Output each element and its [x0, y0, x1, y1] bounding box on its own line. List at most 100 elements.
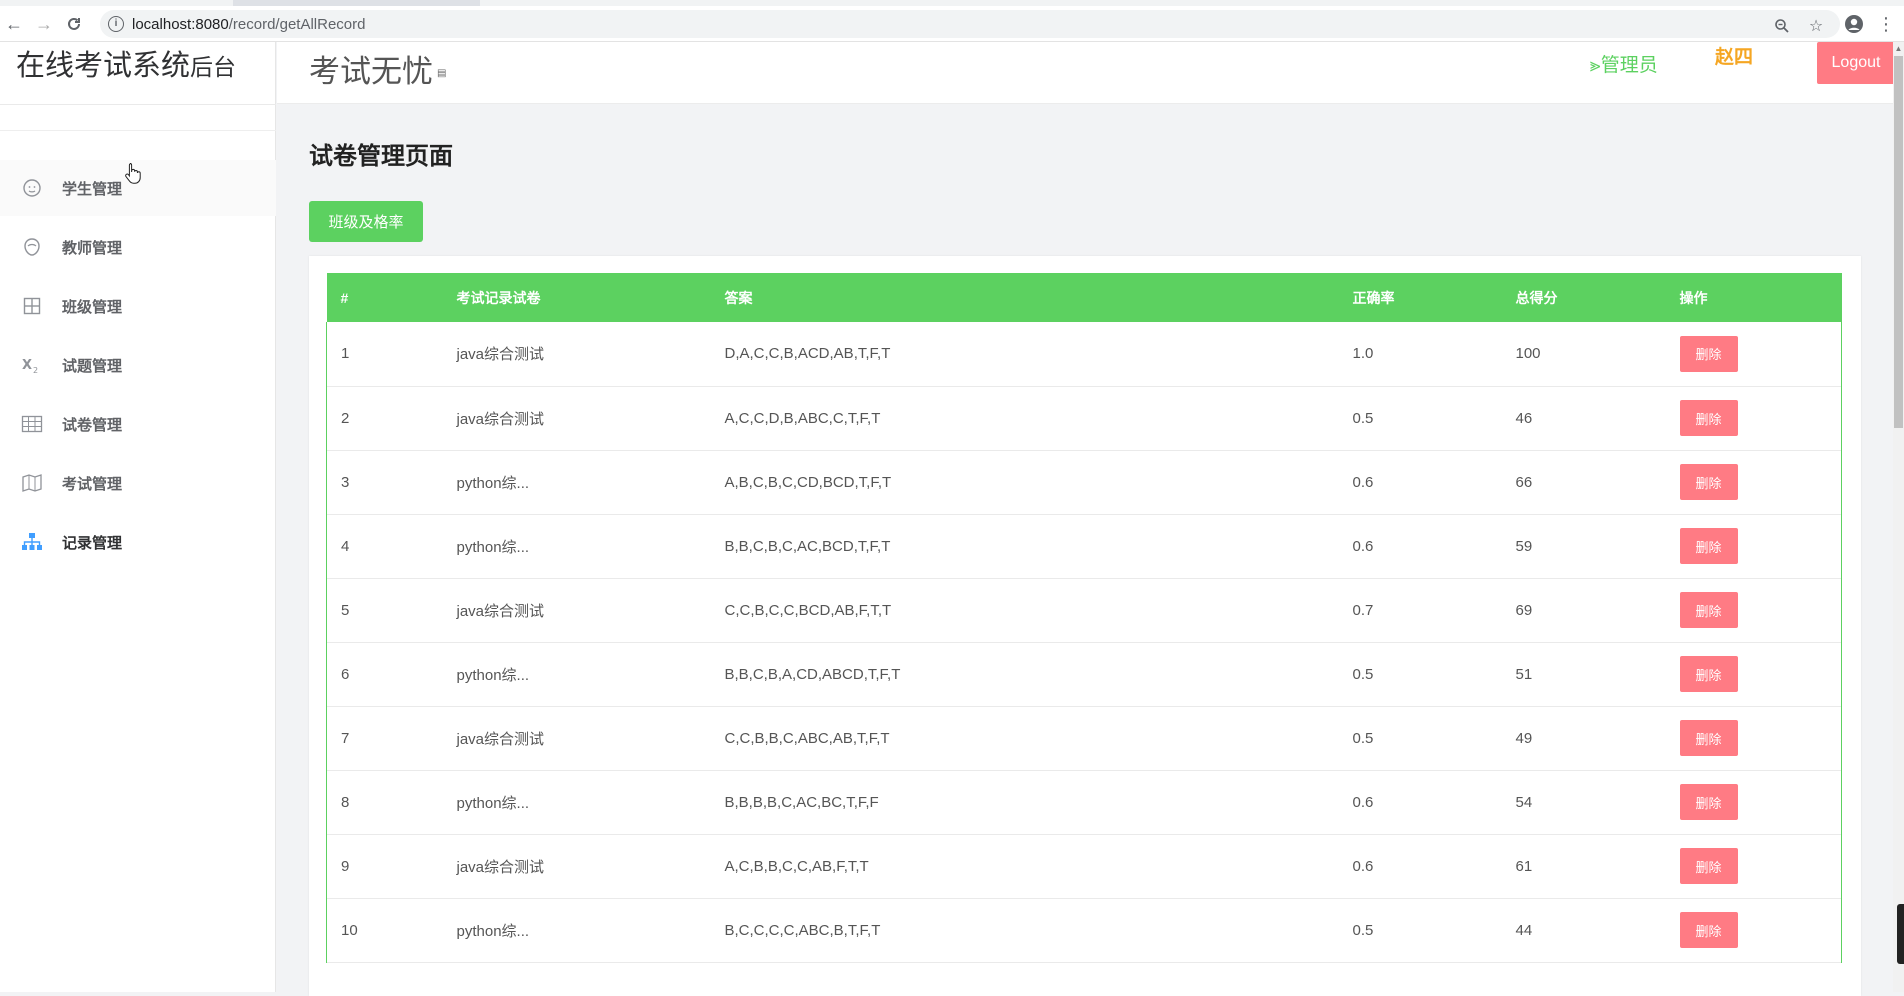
row-answer: D,A,C,C,B,ACD,AB,T,F,T [724, 345, 891, 363]
column-header: 考试记录试卷 [456, 289, 541, 306]
row-paper-name: java综合测试 [456, 410, 545, 428]
delete-button[interactable]: 删除 [1679, 784, 1738, 820]
table-row: 3 python综... A,B,C,B,C,CD,BCD,T,F,T 0.6 66 删除 [326, 450, 1842, 514]
row-actions: 删除 [1665, 514, 1842, 578]
row-accuracy: 0.5 [1352, 665, 1374, 683]
row-answer: C,C,B,B,C,ABC,AB,T,F,T [724, 729, 890, 747]
delete-button[interactable]: 删除 [1679, 400, 1738, 436]
address-bar[interactable]: i localhost:8080/record/getAllRecord ☆ [100, 10, 1840, 38]
column-header: 操作 [1679, 289, 1708, 306]
row-actions: 删除 [1665, 770, 1842, 834]
scrollbar[interactable]: ▲ [1893, 42, 1904, 992]
delete-button[interactable]: 删除 [1679, 528, 1738, 564]
forward-arrow-icon[interactable]: → [32, 12, 56, 36]
scrollbar-thumb[interactable] [1894, 56, 1903, 428]
table-row: 8 python综... B,B,B,B,C,AC,BC,T,F,F 0.6 54 删除 [326, 770, 1842, 834]
row-accuracy: 0.5 [1352, 409, 1374, 427]
row-answer: B,B,B,B,C,AC,BC,T,F,F [724, 793, 879, 811]
row-accuracy: 0.5 [1352, 729, 1374, 747]
back-arrow-icon[interactable]: ← [2, 12, 26, 36]
table-header-row: # 考试记录试卷 答案 正确率 总得分 操作 [326, 273, 1842, 322]
divider [0, 130, 276, 131]
column-header: 答案 [724, 289, 753, 306]
side-panel-handle[interactable] [1897, 904, 1904, 964]
scroll-up-icon[interactable]: ▲ [1894, 44, 1903, 54]
site-title: 考试无忧 ▤ [309, 54, 447, 89]
zoom-icon[interactable] [1770, 14, 1794, 38]
row-accuracy: 1.0 [1352, 345, 1374, 363]
delete-button[interactable]: 删除 [1679, 592, 1738, 628]
table-icon [20, 412, 44, 436]
row-total-score: 54 [1515, 793, 1533, 811]
sidebar-item-class[interactable]: 班级管理 [0, 278, 276, 334]
reload-icon[interactable] [62, 12, 86, 36]
profile-icon[interactable] [1842, 12, 1866, 36]
hand-cursor-icon [125, 163, 141, 184]
top-header: 考试无忧 ▤ ⪢管理员 赵四 Logout [277, 42, 1904, 104]
row-paper-name: python综... [456, 538, 530, 556]
student-icon [20, 176, 44, 200]
column-header: # [340, 289, 349, 306]
star-icon[interactable]: ☆ [1804, 14, 1828, 38]
sidebar: 在线考试系统后台 学生管理 教师管理 班级管理 X2 试题管理 试卷管理 考试管… [0, 42, 276, 992]
row-answer: A,B,C,B,C,CD,BCD,T,F,T [724, 473, 892, 491]
row-paper-name: python综... [456, 666, 530, 684]
row-total-score: 46 [1515, 409, 1533, 427]
menu-dots-icon[interactable]: ⋮ [1874, 12, 1898, 36]
row-accuracy: 0.6 [1352, 473, 1374, 491]
delete-button[interactable]: 删除 [1679, 912, 1738, 948]
teacher-icon [20, 235, 44, 259]
brand-title: 在线考试系统后台 [16, 50, 237, 82]
table-row: 6 python综... B,B,C,B,A,CD,ABCD,T,F,T 0.5 51 删… [326, 642, 1842, 706]
row-total-score: 51 [1515, 665, 1533, 683]
browser-toolbar: ← → i localhost:8080/record/getAllRecord… [0, 6, 1904, 42]
row-id: 3 [326, 450, 443, 514]
sidebar-item-record[interactable]: 记录管理 [0, 514, 276, 570]
sidebar-item-exam[interactable]: 考试管理 [0, 455, 276, 511]
page-title: 试卷管理页面 [309, 143, 453, 170]
username: 赵四 [1715, 47, 1754, 68]
row-answer: B,B,C,B,C,AC,BCD,T,F,T [724, 537, 891, 555]
row-id: 8 [326, 770, 443, 834]
row-paper-name: python综... [456, 922, 530, 940]
divider [0, 104, 276, 105]
row-paper-name: java综合测试 [456, 602, 545, 620]
sidebar-item-paper[interactable]: 试卷管理 [0, 396, 276, 452]
table-row: 4 python综... B,B,C,B,C,AC,BCD,T,F,T 0.6 59 删除 [326, 514, 1842, 578]
info-icon[interactable]: i [108, 16, 124, 32]
row-answer: A,C,B,B,C,C,AB,F,T,T [724, 857, 869, 875]
delete-button[interactable]: 删除 [1679, 335, 1738, 372]
records-table: # 考试记录试卷 答案 正确率 总得分 操作 1 java综合测试 D,A,C,C,… [326, 273, 1842, 963]
row-actions: 删除 [1665, 642, 1842, 706]
logout-button[interactable]: Logout [1817, 42, 1895, 84]
table-row: 10 python综... B,C,C,C,C,ABC,B,T,F,T 0.5 44 删除 [326, 898, 1842, 962]
row-answer: C,C,B,C,C,BCD,AB,F,T,T [724, 601, 892, 619]
sidebar-item-question[interactable]: X2 试题管理 [0, 337, 276, 393]
row-paper-name: python综... [456, 474, 530, 492]
row-total-score: 44 [1515, 921, 1533, 939]
map-icon [20, 471, 44, 495]
row-paper-name: java综合测试 [456, 730, 545, 748]
delete-button[interactable]: 删除 [1679, 656, 1738, 692]
table-row: 1 java综合测试 D,A,C,C,B,ACD,AB,T,F,T 1.0 100 删除 [326, 322, 1842, 386]
row-accuracy: 0.7 [1352, 601, 1374, 619]
table-row: 2 java综合测试 A,C,C,D,B,ABC,C,T,F,T 0.5 46 删除 [326, 386, 1842, 450]
table-row: 5 java综合测试 C,C,B,C,C,BCD,AB,F,T,T 0.7 69 删除 [326, 578, 1842, 642]
row-total-score: 69 [1515, 601, 1533, 619]
table-row: 9 java综合测试 A,C,B,B,C,C,AB,F,T,T 0.6 61 删除 [326, 834, 1842, 898]
row-actions: 删除 [1665, 898, 1842, 962]
row-id: 6 [326, 642, 443, 706]
row-actions: 删除 [1665, 578, 1842, 642]
class-pass-rate-button[interactable]: 班级及格率 [309, 201, 423, 242]
row-answer: B,C,C,C,C,ABC,B,T,F,T [724, 921, 881, 939]
delete-button[interactable]: 删除 [1679, 848, 1738, 884]
row-answer: B,B,C,B,A,CD,ABCD,T,F,T [724, 665, 901, 683]
row-id: 5 [326, 578, 443, 642]
row-actions: 删除 [1665, 450, 1842, 514]
row-id: 10 [326, 898, 443, 962]
svg-text:2: 2 [33, 366, 38, 375]
delete-button[interactable]: 删除 [1679, 464, 1738, 500]
delete-button[interactable]: 删除 [1679, 720, 1738, 756]
svg-text:X: X [22, 358, 32, 373]
sidebar-item-teacher[interactable]: 教师管理 [0, 219, 276, 275]
